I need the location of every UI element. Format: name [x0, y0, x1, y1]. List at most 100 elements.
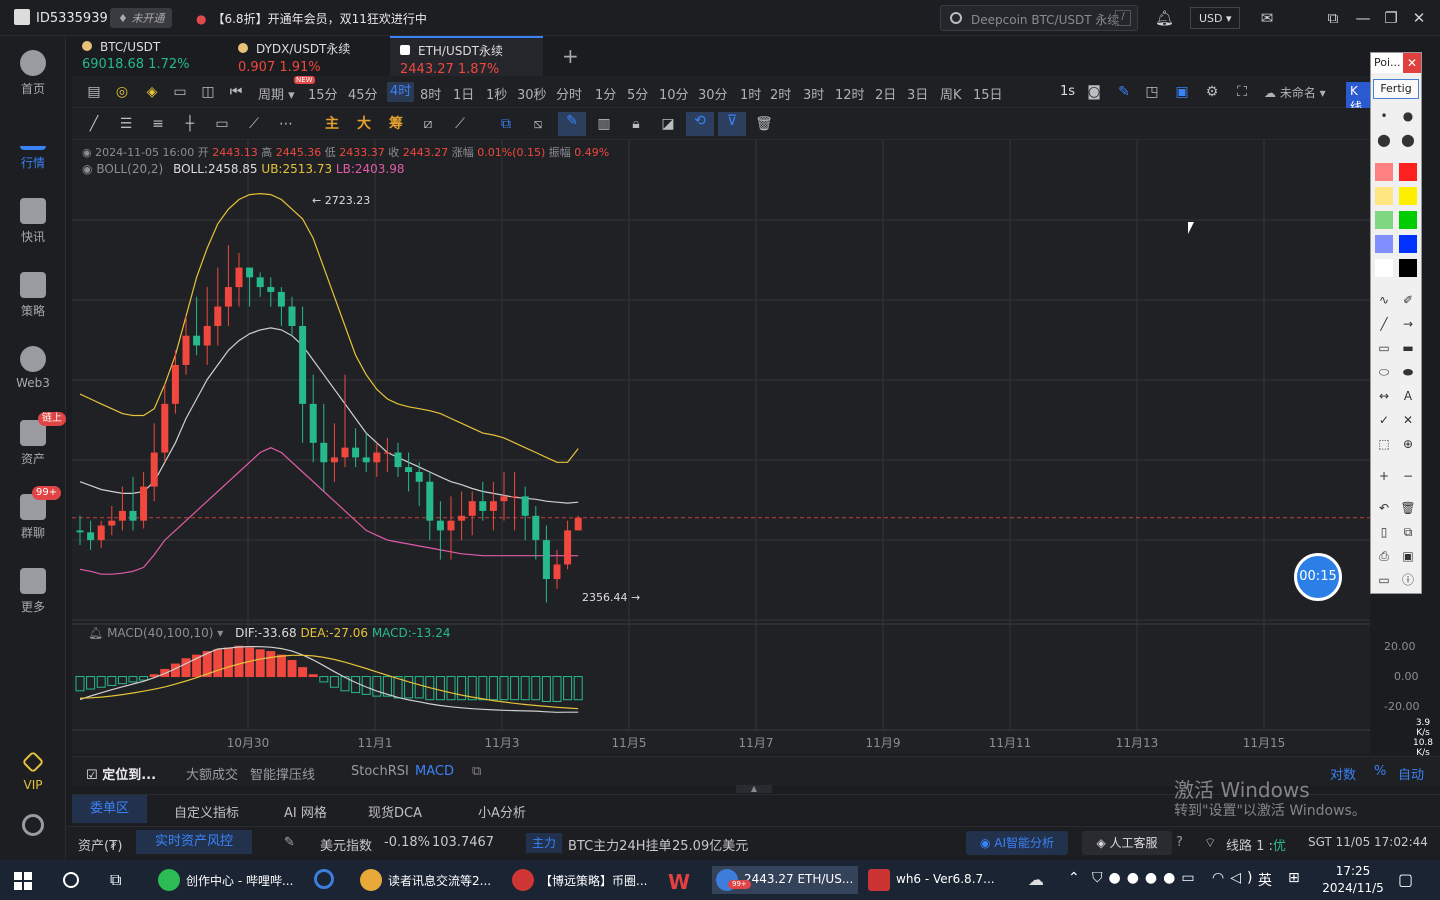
parallel-lines-icon[interactable]: ☰ [116, 115, 136, 133]
bell-icon[interactable]: 🔔︎ [1155, 9, 1174, 27]
pop-out-icon[interactable]: ⧉ [1324, 9, 1342, 27]
lock-icon[interactable]: 🔒︎ [626, 115, 646, 133]
color-swatch-5[interactable] [1375, 211, 1393, 229]
price-chart[interactable]: 10月30 11月1 11月3 11月5 11月7 11月9 11月11 11月13 11月15… [72, 140, 1433, 758]
plus-icon[interactable]: + [1375, 467, 1393, 485]
sidebar-item-market[interactable]: 行情 [0, 124, 66, 171]
sidebar-item-more[interactable]: 更多 [0, 568, 66, 615]
keyboard-icon[interactable]: ⊞ [1288, 870, 1300, 886]
pencil-active-icon[interactable]: ✎ [558, 112, 586, 136]
taskbar-app-reader[interactable]: 读者讯息交流等2... [356, 866, 502, 894]
filled-rect-icon[interactable]: ▬ [1399, 339, 1417, 357]
tab-ai-grid[interactable]: AI 网格 [284, 802, 327, 821]
magnet-icon[interactable]: ⟲ [686, 112, 714, 136]
color-swatch-8[interactable] [1399, 235, 1417, 253]
chip-button[interactable]: 筹 [386, 115, 406, 133]
camera-icon[interactable]: ◙ [1084, 83, 1104, 101]
coin-icon[interactable]: ◎ [112, 83, 132, 101]
line-icon[interactable]: ╱ [1375, 315, 1393, 333]
edit-icon[interactable]: ✎ [284, 835, 295, 850]
rewind-icon[interactable]: ⏮ [226, 83, 246, 101]
paint-done-button[interactable]: Fertig [1373, 79, 1419, 99]
refresh-interval[interactable]: 1s [1060, 84, 1075, 99]
timeframe-1[interactable]: 15分 [308, 84, 338, 103]
tab-xiaoa-analysis[interactable]: 小A分析 [478, 802, 526, 821]
tab-btc-usdt[interactable]: BTC/USDT 69018.68 1.72% [72, 36, 224, 76]
color-swatch-3[interactable] [1375, 187, 1393, 205]
pen-size-xlarge-icon[interactable]: ⬤ [1399, 131, 1417, 149]
trash-icon[interactable]: 🗑︎ [754, 115, 774, 133]
eye-icon[interactable]: ◉ [82, 162, 92, 176]
settings-icon[interactable]: ⚙ [1202, 83, 1222, 101]
info-icon[interactable]: ⓘ [1399, 571, 1417, 589]
sidebar-item-web3[interactable]: Web3 [0, 346, 66, 390]
ai-analysis-button[interactable]: ◉ AI智能分析 [966, 831, 1068, 855]
restore-icon[interactable]: ❐ [1382, 9, 1400, 27]
double-arrow-icon[interactable]: ↔ [1375, 387, 1393, 405]
sidebar-item-assets[interactable]: 资产 链上 [0, 412, 66, 467]
countdown-timer[interactable]: 00:15 [1294, 553, 1342, 601]
minimize-icon[interactable]: — [1354, 9, 1372, 27]
boll-name[interactable]: BOLL(20,2) [96, 162, 163, 176]
text-icon[interactable]: A [1399, 387, 1417, 405]
risk-control-button[interactable]: 实时资产风控 [136, 830, 252, 854]
tab-dydx-usdt[interactable]: DYDX/USDT永续 0.907 1.91% [228, 36, 388, 76]
pen-icon[interactable]: ✎ [1114, 83, 1134, 101]
search-icon[interactable] [63, 872, 79, 888]
tab-eth-usdt[interactable]: ETH/USDT永续 2443.27 1.87% [390, 36, 543, 77]
edit-indicator-icon[interactable]: ⧉ [472, 764, 481, 779]
pen-size-small-icon[interactable]: • [1375, 107, 1393, 125]
avatar[interactable] [14, 9, 30, 25]
add-tab-icon[interactable]: + [562, 44, 579, 68]
display-icon[interactable]: ▣ [1172, 83, 1192, 101]
wps-icon[interactable]: W [668, 870, 690, 894]
fire-icon[interactable]: ◈ [142, 83, 162, 101]
sidebar-item-chat[interactable]: 群聊 99+ [0, 486, 66, 541]
percent-scale-toggle[interactable]: % [1374, 764, 1386, 779]
timeframe-5[interactable]: 1日 [453, 84, 474, 103]
main-force-button[interactable]: 主 [322, 115, 342, 133]
timeframe-12[interactable]: 30分 [698, 84, 728, 103]
timeframe-19[interactable]: 周K [940, 84, 962, 103]
compare-icon[interactable]: ⧄ [418, 115, 438, 133]
currency-select[interactable]: USD ▾ [1190, 7, 1240, 29]
select-icon[interactable]: ⬚ [1375, 435, 1393, 453]
log-scale-toggle[interactable]: 对数 [1330, 764, 1356, 783]
more-tools-icon[interactable]: ⋯ [276, 115, 296, 133]
minus-icon[interactable]: − [1399, 467, 1417, 485]
cross-icon[interactable]: ✕ [1399, 411, 1417, 429]
indicator-support-resistance[interactable]: 智能撑压线 [250, 764, 315, 783]
windows-start-icon[interactable] [14, 872, 32, 890]
period-select[interactable]: 周期 ▾ [258, 84, 295, 103]
candlestick-chart[interactable]: 10月30 11月1 11月3 11月5 11月7 11月9 11月11 11月13 11月15… [72, 140, 1410, 754]
close-icon[interactable]: ✕ [1410, 9, 1428, 27]
indicator-macd[interactable]: MACD [415, 764, 454, 779]
help-icon[interactable]: ? [1176, 835, 1183, 850]
freehand-icon[interactable]: ∿ [1375, 291, 1393, 309]
trash-icon[interactable]: 🗑︎ [1399, 499, 1417, 517]
marker-icon[interactable]: ✐ [1399, 291, 1417, 309]
ellipse-icon[interactable]: ⬭ [1375, 363, 1393, 381]
sidebar-item-news[interactable]: 快讯 [0, 198, 66, 245]
taskbar-app-strategy[interactable]: 【博远策略】币圈... [508, 866, 654, 894]
auto-scale-toggle[interactable]: 自动 [1398, 764, 1424, 783]
filter-icon[interactable]: ⊽ [718, 112, 746, 136]
filled-ellipse-icon[interactable]: ⬬ [1399, 363, 1417, 381]
settings-button[interactable] [0, 814, 66, 840]
candles-icon[interactable]: ▥ [594, 115, 614, 133]
note-icon[interactable]: ◳ [1142, 83, 1162, 101]
check-icon[interactable]: ✓ [1375, 411, 1393, 429]
customer-service-button[interactable]: ◈ 人工客服 [1082, 831, 1172, 855]
timeframe-7[interactable]: 30秒 [517, 84, 547, 103]
pen-size-large-icon[interactable]: ⬤ [1375, 131, 1393, 149]
sidebar-item-strategy[interactable]: 策略 [0, 272, 66, 319]
network-line[interactable]: 线路 1 :优 [1226, 835, 1286, 854]
timeframe-10[interactable]: 5分 [627, 84, 648, 103]
timeframe-4[interactable]: 8时 [420, 84, 441, 103]
new-page-icon[interactable]: ▯ [1375, 523, 1393, 541]
wand-icon[interactable]: ⟋ [450, 115, 470, 133]
task-view-icon[interactable]: ⧉ [110, 870, 121, 890]
arrow-icon[interactable]: → [1399, 315, 1417, 333]
edit-chart-icon[interactable]: ◪ [658, 115, 678, 133]
mail-icon[interactable]: ✉ [1258, 9, 1276, 27]
